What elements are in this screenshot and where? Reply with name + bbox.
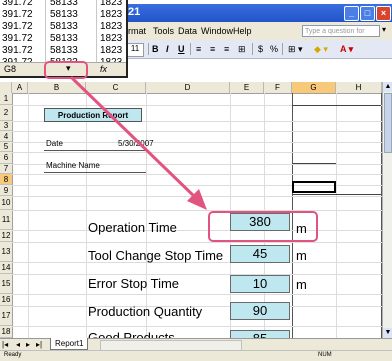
annotation-arrow <box>70 76 207 210</box>
tab-nav-first-icon[interactable]: |◂ <box>2 340 8 349</box>
tab-nav-prev-icon[interactable]: ◂ <box>16 340 20 349</box>
status-num: NUM <box>318 352 332 358</box>
vertical-scrollbar[interactable]: ▲ ▼ <box>382 82 392 338</box>
scroll-up-icon[interactable]: ▲ <box>383 82 392 92</box>
scroll-thumb[interactable] <box>384 93 392 153</box>
tab-nav-next-icon[interactable]: ▸ <box>26 340 30 349</box>
scroll-down-icon[interactable]: ▼ <box>383 328 392 338</box>
tab-report1[interactable]: Report1 <box>50 338 89 350</box>
tab-nav-last-icon[interactable]: ▸| <box>36 340 42 349</box>
status-bar: Ready NUM <box>0 350 392 361</box>
status-ready: Ready <box>4 352 22 358</box>
